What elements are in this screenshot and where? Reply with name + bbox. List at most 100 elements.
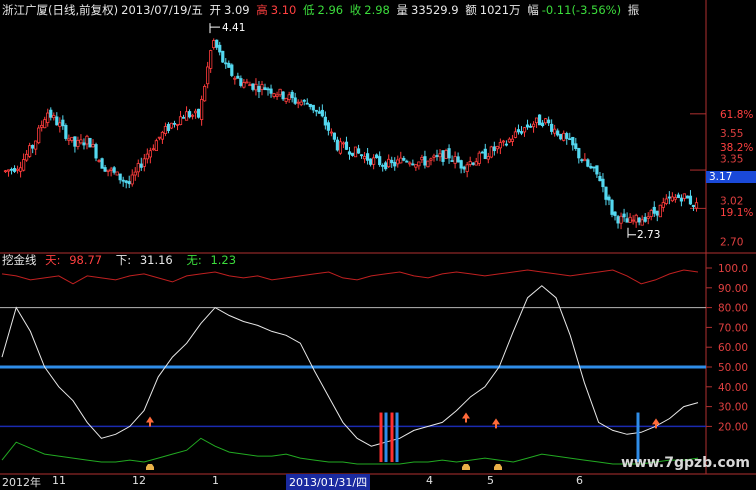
signal-bar (390, 412, 394, 463)
candle-body (571, 136, 575, 146)
candle-body (308, 103, 312, 108)
candle-body (402, 157, 406, 161)
candle-body (275, 94, 279, 97)
candle-body (103, 167, 107, 172)
candle-body (595, 165, 599, 175)
candle-body (61, 119, 65, 127)
x-label-jan: 1 (212, 474, 219, 487)
indicator-axis-label: 50.00 (718, 362, 748, 374)
price-axis-label: 38.2% (720, 142, 753, 154)
candle-body (296, 101, 300, 104)
candle-body (513, 131, 518, 138)
candle-body (541, 122, 545, 127)
candle-body (109, 168, 113, 171)
none-label: 无: (186, 253, 202, 267)
candle-body (118, 173, 122, 181)
hand-pointer-icon (146, 464, 154, 470)
candle-body (607, 196, 611, 201)
open-value: 3.09 (223, 3, 250, 17)
candle-body (365, 153, 370, 161)
candle-body (565, 133, 569, 139)
candle-body (480, 151, 484, 154)
candle-body (655, 210, 659, 216)
indicator-axis-label: 80.00 (718, 303, 748, 315)
candle-body (154, 140, 158, 152)
candle-body (547, 119, 551, 124)
buy-arrow-icon (146, 416, 154, 427)
candle-body (43, 119, 47, 129)
candle-body (67, 138, 71, 141)
low-label: 低 (303, 3, 315, 17)
candle-body (444, 150, 448, 159)
candle-body (85, 135, 89, 145)
candle-body (260, 84, 264, 90)
candle-body (314, 109, 318, 112)
x-label-current-date[interactable]: 2013/01/31/四 (286, 474, 371, 490)
chart-canvas[interactable]: 4.41 2.73 61.8% 3.55 38.2%3.35 3.0219.1% 2.70… (0, 0, 756, 487)
candle-body (399, 157, 403, 164)
candle-body (272, 93, 276, 97)
change-value: -0.11(-3.56%) (541, 3, 622, 17)
candle-body (435, 155, 439, 157)
candle-body (580, 159, 584, 162)
candle-body (73, 136, 77, 147)
candle-body (242, 82, 246, 88)
candlesticks (3, 38, 699, 230)
candle-body (15, 168, 20, 171)
price-levels (690, 113, 706, 209)
candle-body (381, 164, 385, 167)
volume-value: 33529.9 (411, 3, 459, 17)
price-axis-label: 61.8% (720, 109, 753, 121)
candle-body (486, 156, 490, 160)
candle-body (408, 162, 412, 165)
candle-body (266, 88, 270, 91)
stock-title[interactable]: 浙江广厦(日线,前复权) (2, 3, 118, 17)
candle-body (136, 163, 140, 173)
candle-body (94, 144, 98, 159)
candle-body (25, 153, 29, 161)
candle-body (577, 148, 581, 159)
candle-body (335, 139, 340, 151)
candle-body (284, 97, 288, 102)
candle-body (495, 146, 499, 150)
low-marker-label: 2.73 (637, 229, 660, 241)
candle-body (6, 169, 11, 172)
candle-body (362, 156, 367, 160)
candle-body (456, 156, 460, 163)
x-label-may: 5 (487, 474, 494, 487)
candle-body (248, 84, 252, 87)
watermark: www.7gpzb.com (620, 455, 750, 471)
high-value: 3.10 (270, 3, 297, 17)
candle-body (269, 88, 273, 94)
candle-body (622, 213, 626, 218)
candle-body (305, 102, 309, 105)
candle-body (49, 109, 53, 118)
indicator-axis-label: 20.00 (718, 421, 748, 433)
candle-body (290, 91, 294, 99)
candle-body (694, 202, 699, 209)
candle-body (516, 129, 521, 133)
candle-body (610, 199, 614, 215)
price-axis-label: 2.70 (720, 237, 743, 249)
candle-body (450, 160, 454, 162)
x-label-year: 2012年 (2, 476, 41, 489)
candle-body (124, 180, 128, 183)
low-value: 2.96 (317, 3, 344, 17)
indicator-name[interactable]: 挖金线 (2, 253, 37, 267)
candle-body (544, 118, 548, 124)
candle-body (375, 154, 379, 159)
candle-body (206, 66, 210, 85)
candle-body (601, 178, 605, 188)
candle-body (263, 87, 267, 91)
candle-body (106, 169, 110, 172)
candle-body (46, 112, 50, 123)
candle-body (311, 104, 315, 111)
candle-body (88, 137, 92, 148)
indicator-axis-label: 70.00 (718, 322, 748, 334)
candle-body (58, 122, 62, 127)
candle-body (169, 122, 174, 129)
open-label: 开 (209, 3, 221, 17)
candle-body (230, 64, 234, 76)
candle-body (3, 170, 8, 173)
candle-body (22, 159, 26, 171)
